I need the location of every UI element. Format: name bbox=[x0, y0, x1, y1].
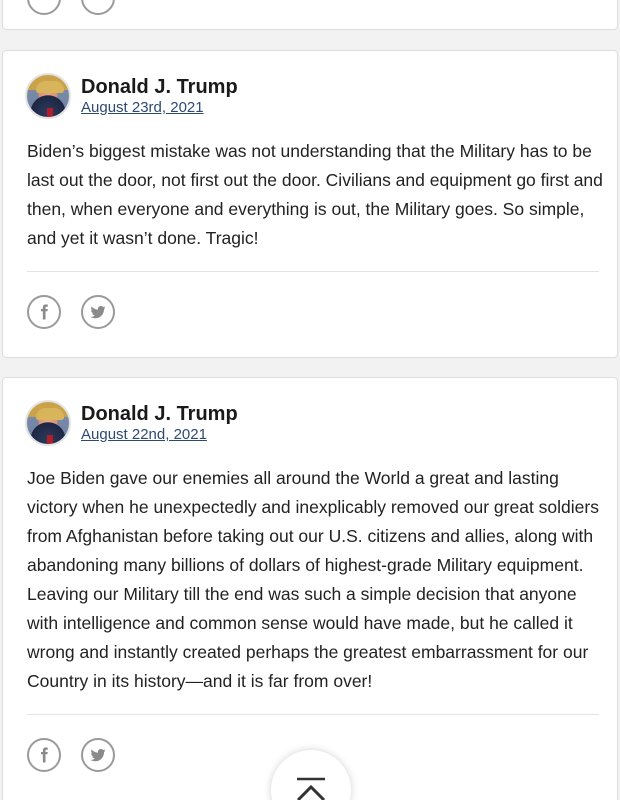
post-header: Donald J. Trump August 22nd, 2021 bbox=[25, 400, 238, 446]
post-card-previous bbox=[2, 0, 618, 30]
author-name: Donald J. Trump bbox=[81, 76, 238, 98]
twitter-share-button[interactable] bbox=[81, 0, 115, 15]
avatar bbox=[25, 73, 71, 119]
post-header: Donald J. Trump August 23rd, 2021 bbox=[25, 73, 238, 119]
chevron-up-icon bbox=[296, 777, 326, 800]
share-row bbox=[27, 738, 115, 772]
post-date-link[interactable]: August 23rd, 2021 bbox=[81, 99, 238, 117]
share-row bbox=[27, 295, 115, 329]
post-text: Biden’s biggest mistake was not understa… bbox=[27, 141, 603, 248]
twitter-icon bbox=[90, 306, 106, 319]
facebook-share-button[interactable] bbox=[27, 738, 61, 772]
twitter-share-button[interactable] bbox=[81, 295, 115, 329]
facebook-share-button[interactable] bbox=[27, 295, 61, 329]
author-name: Donald J. Trump bbox=[81, 403, 238, 425]
post-card: Donald J. Trump August 23rd, 2021 Biden’… bbox=[2, 50, 618, 358]
post-card: Donald J. Trump August 22nd, 2021 Joe Bi… bbox=[2, 377, 618, 800]
avatar bbox=[25, 400, 71, 446]
facebook-icon bbox=[41, 304, 48, 320]
twitter-icon bbox=[90, 749, 106, 762]
post-feed: Donald J. Trump August 23rd, 2021 Biden’… bbox=[0, 0, 620, 800]
post-text: Joe Biden gave our enemies all around th… bbox=[27, 468, 599, 691]
divider bbox=[27, 714, 599, 715]
facebook-share-button[interactable] bbox=[27, 0, 61, 15]
twitter-share-button[interactable] bbox=[81, 738, 115, 772]
divider bbox=[27, 271, 599, 272]
share-row bbox=[27, 0, 115, 15]
post-date-link[interactable]: August 22nd, 2021 bbox=[81, 426, 238, 444]
facebook-icon bbox=[41, 747, 48, 763]
